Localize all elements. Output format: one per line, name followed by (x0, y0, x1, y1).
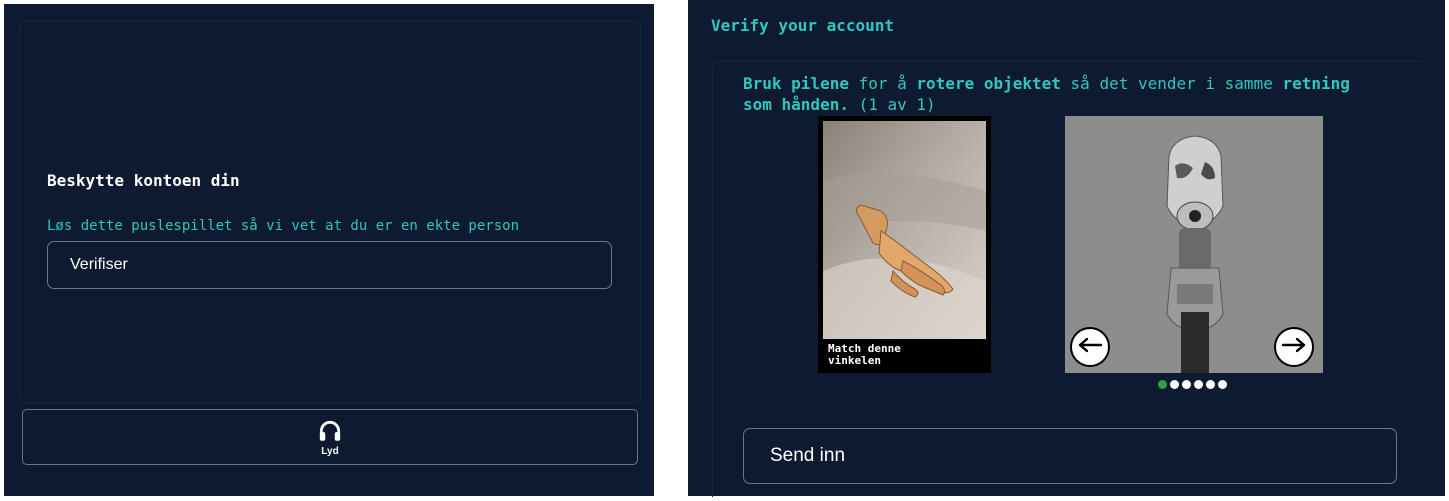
verify-button-label: Verifiser (70, 256, 128, 273)
pagination-dot (1194, 380, 1203, 389)
verify-button[interactable]: Verifiser (47, 241, 612, 289)
pagination-dot (1218, 380, 1227, 389)
pagination-dot (1170, 380, 1179, 389)
pagination-dots (1158, 380, 1227, 389)
audio-button[interactable]: Lyd (22, 409, 638, 465)
pagination-dot (1206, 380, 1215, 389)
instruction-part-3: rotere objektet (916, 74, 1061, 93)
protect-account-panel: Beskytte kontoen din Løs dette puslespil… (4, 4, 654, 496)
rotatable-object-view[interactable] (1065, 116, 1323, 373)
headphones-icon (317, 418, 343, 444)
instruction-part-4: så det vender i samme (1060, 74, 1283, 93)
audio-label: Lyd (321, 445, 339, 457)
verify-title: Verify your account (711, 16, 895, 35)
reference-hand-image (823, 121, 986, 339)
instructions: Bruk pilene for å rotere objektet så det… (743, 73, 1383, 115)
protect-title: Beskytte kontoen din (47, 171, 240, 190)
instruction-part-6: (1 av 1) (848, 95, 936, 114)
reference-caption: Match denne vinkelen (828, 342, 901, 367)
submit-button-label: Send inn (770, 445, 846, 466)
verify-account-panel: Verify your account Bruk pilene for å ro… (688, 0, 1445, 497)
reference-card: Match denne vinkelen (818, 116, 991, 373)
puzzle-subtitle: Løs dette puslespillet så vi vet at du e… (47, 218, 520, 234)
content-frame (19, 21, 641, 403)
instruction-part-2: for å (848, 74, 917, 93)
arrow-left-icon (1077, 337, 1103, 358)
submit-button[interactable]: Send inn (743, 428, 1397, 484)
arrow-right-icon (1281, 337, 1307, 358)
rotate-left-button[interactable] (1070, 327, 1110, 367)
rotate-right-button[interactable] (1274, 327, 1314, 367)
pagination-dot (1182, 380, 1191, 389)
instruction-part-1: Bruk pilene (743, 74, 849, 93)
pagination-dot-active (1158, 380, 1167, 389)
